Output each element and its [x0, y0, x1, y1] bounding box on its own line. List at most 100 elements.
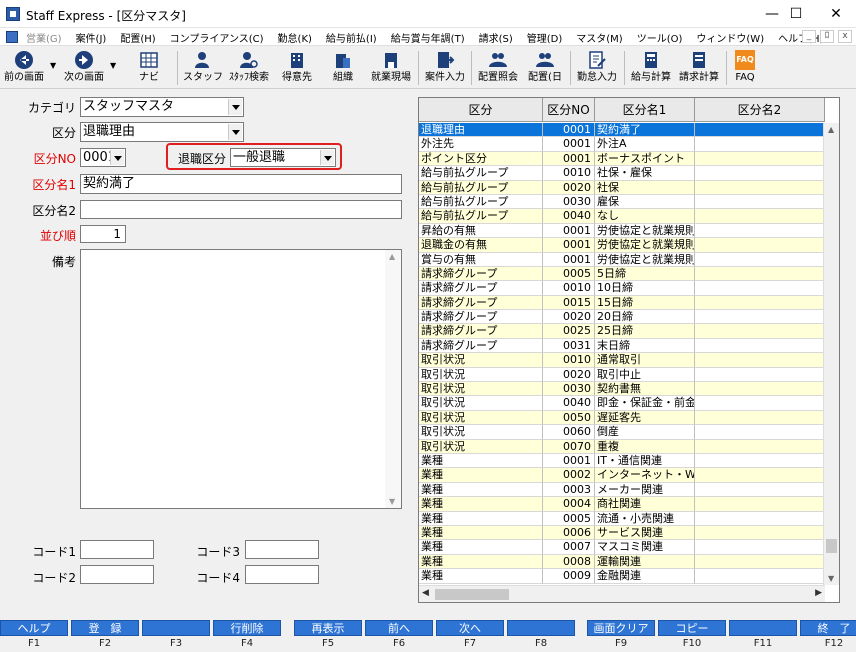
kubun-no-select[interactable]: 0001 [80, 148, 126, 167]
fkey-button[interactable]: ヘルプ [0, 620, 68, 636]
table-row[interactable]: 給与前払グループ 0030 雇保 [419, 194, 825, 210]
case-input-button[interactable]: 案件入力 [422, 47, 468, 89]
table-row[interactable]: 取引状況 0070 重複 [419, 439, 825, 454]
table-row[interactable]: 給与前払グループ 0010 社保・雇保 [419, 166, 825, 181]
column-header-name2[interactable]: 区分名2 [695, 98, 825, 121]
menu-item-8[interactable]: 管理(D) [527, 30, 563, 45]
table-row[interactable]: 業種 0008 運輸関連 [419, 554, 825, 570]
table-row[interactable]: 取引状況 0010 通常取引 [419, 353, 825, 368]
order-input[interactable]: 1 [80, 225, 126, 243]
fkey-button[interactable]: 画面クリア [587, 620, 655, 636]
menu-item-10[interactable]: ツール(O) [637, 30, 683, 45]
next-dropdown-icon[interactable]: ▼ [110, 61, 116, 70]
fkey-button[interactable] [729, 620, 797, 636]
scroll-thumb[interactable] [435, 589, 509, 600]
table-row[interactable]: ポイント区分 0001 ボーナスポイント [419, 151, 825, 167]
table-row[interactable]: 外注先 0001 外注A [419, 137, 825, 152]
scroll-left-icon[interactable]: ◀ [422, 588, 429, 598]
table-row[interactable]: 業種 0005 流通・小売関連 [419, 511, 825, 526]
menu-item-1[interactable]: 案件(J) [76, 30, 107, 45]
menu-item-5[interactable]: 給与前払(I) [326, 30, 377, 45]
client-button[interactable]: 得意先 [276, 47, 318, 89]
navi-button[interactable]: ナビ [128, 47, 170, 89]
menu-item-6[interactable]: 給与賞与年調(T) [391, 30, 465, 45]
mdi-restore-button[interactable]: ﾛ [820, 30, 834, 43]
prev-dropdown-icon[interactable]: ▼ [50, 61, 56, 70]
kubun-name1-input[interactable]: 契約満了 [80, 174, 402, 194]
table-row[interactable]: 請求締グループ 0031 末日締 [419, 338, 825, 354]
fkey-f2[interactable]: 登 録 F2 [71, 618, 139, 652]
table-row[interactable]: 業種 0001 IT・通信関連 [419, 453, 825, 469]
fkey-button[interactable]: コピー [658, 620, 726, 636]
kubun-select[interactable]: 退職理由 [80, 122, 244, 142]
grid-horizontal-scrollbar[interactable]: ◀ ▶ [419, 585, 825, 602]
fkey-button[interactable] [142, 620, 210, 636]
table-row[interactable]: 業種 0007 マスコミ関連 [419, 540, 825, 555]
fkey-f11[interactable]: F11 [729, 618, 797, 652]
menu-item-2[interactable]: 配置(H) [120, 30, 155, 45]
code1-input[interactable] [80, 540, 154, 559]
close-button[interactable]: ✕ [816, 0, 856, 28]
fkey-button[interactable]: 再表示 [294, 620, 362, 636]
table-row[interactable]: 業種 0009 金融関連 [419, 569, 825, 584]
table-row[interactable]: 業種 0003 メーカー関連 [419, 482, 825, 498]
staff-button[interactable]: スタッフ [182, 47, 224, 89]
org-button[interactable]: 組織 [322, 47, 364, 89]
memo-scrollbar[interactable]: ▲ ▼ [385, 250, 401, 508]
payroll-calc-button[interactable]: 給与計算 [628, 47, 674, 89]
menu-item-7[interactable]: 請求(S) [479, 30, 513, 45]
fkey-button[interactable]: 行削除 [213, 620, 281, 636]
scroll-down-icon[interactable]: ▼ [828, 574, 834, 583]
fkey-f4[interactable]: 行削除 F4 [213, 618, 281, 652]
scroll-up-icon[interactable]: ▲ [828, 125, 834, 134]
faq-button[interactable]: FAQ FAQ [730, 47, 760, 89]
placement-inquiry-button[interactable]: 配置照会 [474, 47, 522, 89]
scroll-right-icon[interactable]: ▶ [815, 588, 822, 598]
prev-screen-button[interactable]: 前の画面 [2, 47, 46, 89]
column-header-kubun[interactable]: 区分 [419, 98, 543, 121]
menu-item-0[interactable]: 営業(G) [26, 30, 62, 45]
fkey-button[interactable] [507, 620, 575, 636]
menu-item-3[interactable]: コンプライアンス(C) [170, 30, 264, 45]
code2-input[interactable] [80, 565, 154, 584]
code4-input[interactable] [245, 565, 319, 584]
table-row[interactable]: 業種0002インターネット・Webl [419, 468, 825, 483]
category-select[interactable]: スタッフマスタ [80, 97, 244, 117]
maximize-button[interactable]: ☐ [776, 0, 816, 28]
fkey-f10[interactable]: コピー F10 [658, 618, 726, 652]
fkey-f9[interactable]: 画面クリア F9 [587, 618, 655, 652]
memo-textarea[interactable]: ▲ ▼ [80, 249, 402, 509]
kubun-grid[interactable]: 区分 区分NO 区分名1 区分名2 退職理由 0001 契約満了 外注先 0001 外注A… [418, 97, 840, 603]
fkey-button[interactable]: 次へ [436, 620, 504, 636]
table-row[interactable]: 請求締グループ 0015 15日締 [419, 295, 825, 311]
table-row[interactable]: 退職理由 0001 契約満了 [419, 123, 825, 138]
fkey-f1[interactable]: ヘルプ F1 [0, 618, 68, 652]
table-row[interactable]: 昇給の有無0001労使協定と就業規則に [419, 223, 825, 239]
table-row[interactable]: 業種 0004 商社関連 [419, 497, 825, 512]
fkey-f12[interactable]: 終 了 F12 [800, 618, 856, 652]
fkey-f5[interactable]: 再表示 F5 [294, 618, 362, 652]
table-row[interactable]: 請求締グループ 0025 25日締 [419, 324, 825, 339]
fkey-f3[interactable]: F3 [142, 618, 210, 652]
staff-search-button[interactable]: ｽﾀｯﾌ検索 [226, 47, 272, 89]
worksite-button[interactable]: 就業現場 [368, 47, 414, 89]
column-header-no[interactable]: 区分NO [543, 98, 595, 121]
fkey-f6[interactable]: 前へ F6 [365, 618, 433, 652]
menu-item-9[interactable]: マスタ(M) [576, 30, 622, 45]
column-header-name1[interactable]: 区分名1 [595, 98, 695, 121]
table-row[interactable]: 取引状況 0020 取引中止 [419, 367, 825, 383]
placement-day-button[interactable]: 配置(日 [524, 47, 566, 89]
table-row[interactable]: 取引状況 0050 遅延客先 [419, 410, 825, 426]
table-row[interactable]: 請求締グループ 0005 5日締 [419, 266, 825, 282]
scroll-up-icon[interactable]: ▲ [389, 252, 395, 261]
next-screen-button[interactable]: 次の画面 [60, 47, 108, 89]
fkey-f7[interactable]: 次へ F7 [436, 618, 504, 652]
table-row[interactable]: 請求締グループ 0010 10日締 [419, 281, 825, 296]
table-row[interactable]: 賞与の有無0001労使協定と就業規則に [419, 252, 825, 267]
table-row[interactable]: 業種 0006 サービス関連 [419, 525, 825, 541]
table-row[interactable]: 取引状況 0060 倒産 [419, 425, 825, 440]
code3-input[interactable] [245, 540, 319, 559]
table-row[interactable]: 取引状況 0040 即金・保証金・前金 [419, 396, 825, 411]
fkey-button[interactable]: 終 了 [800, 620, 856, 636]
attendance-input-button[interactable]: 勤怠入力 [574, 47, 620, 89]
